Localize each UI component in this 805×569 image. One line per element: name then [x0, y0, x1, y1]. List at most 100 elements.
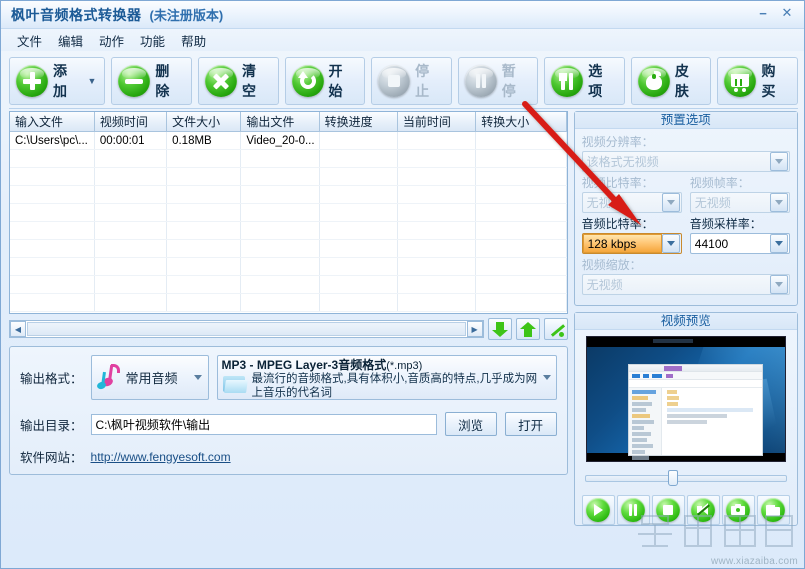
delete-button-label: 删除	[155, 62, 170, 99]
preview-explorer-filepane	[662, 388, 762, 455]
video-scale-label: 视频缩放：	[581, 258, 642, 272]
file-list[interactable]: 输入文件 视频时间 文件大小 输出文件 转换进度 当前时间 转换大小 C:\Us…	[9, 111, 568, 314]
cell-empty	[319, 203, 398, 222]
audio-samplerate-dropdown[interactable]: 44100	[689, 233, 791, 254]
menu-item-action[interactable]: 动作	[91, 29, 132, 52]
table-row-empty[interactable]	[10, 149, 567, 168]
menu-item-function[interactable]: 功能	[132, 29, 173, 52]
cell-empty	[240, 167, 320, 186]
table-row[interactable]: C:\Users\pc\... 00:00:01 0.18MB Video_20…	[10, 131, 567, 150]
output-format-label: 输出格式：	[20, 372, 83, 386]
video-preview-panel: 视频预览	[573, 312, 798, 526]
add-button[interactable]: 添加 ▼	[9, 56, 106, 105]
preview-play-button[interactable]	[581, 495, 615, 525]
cell-empty	[319, 293, 398, 312]
table-row-empty[interactable]	[10, 167, 567, 186]
preview-explorer-sidebar	[628, 388, 662, 460]
preview-snapshot-button[interactable]	[721, 495, 755, 525]
chevron-down-icon[interactable]	[770, 234, 789, 253]
format-category-dropdown[interactable]: 常用音频	[90, 355, 209, 400]
cell-empty	[240, 203, 320, 222]
preview-seek-track[interactable]	[584, 475, 787, 482]
preview-open-folder-button[interactable]	[756, 495, 790, 525]
table-row-empty[interactable]	[10, 293, 567, 312]
website-row: 软件网站： http://www.fengyesoft.com	[20, 447, 557, 466]
preview-stop-button[interactable]	[651, 495, 685, 525]
chevron-down-icon[interactable]: ▼	[87, 76, 96, 86]
cell-empty	[94, 257, 168, 276]
scroll-left-button[interactable]: ◀	[10, 321, 26, 337]
video-resolution-field: 视频分辨率： 该格式无视频	[581, 134, 790, 172]
column-header-converted-size[interactable]: 转换大小	[475, 112, 567, 132]
cell-empty	[240, 257, 320, 276]
buy-button[interactable]: 购买	[717, 56, 799, 105]
scrollbar-track[interactable]	[27, 322, 466, 336]
scroll-right-button[interactable]: ▶	[466, 321, 483, 337]
preview-seek-thumb[interactable]	[667, 470, 678, 486]
column-header-video-time[interactable]: 视频时间	[94, 112, 168, 132]
start-button[interactable]: 开始	[284, 56, 366, 105]
cell-file-size: 0.18MB	[166, 131, 242, 150]
minimize-button[interactable]: −	[752, 4, 774, 22]
chevron-down-icon	[661, 193, 680, 212]
toolbar: 添加 ▼ 删除 清空 开始 停止 暂停 选项 皮肤 购买	[9, 53, 799, 109]
output-dir-input[interactable]	[90, 413, 437, 435]
audio-bitrate-dropdown[interactable]: 128 kbps	[581, 233, 682, 254]
table-row-empty[interactable]	[10, 275, 567, 294]
column-header-current-time[interactable]: 当前时间	[397, 112, 477, 132]
cell-empty	[10, 221, 95, 240]
preview-seek-slider[interactable]	[584, 470, 787, 486]
audio-bitrate-samplerate-row: 音频比特率： 128 kbps 音频采样率： 44100	[581, 216, 791, 254]
audio-samplerate-label: 音频采样率：	[689, 217, 762, 231]
move-down-button[interactable]	[487, 318, 512, 340]
column-header-output-file[interactable]: 输出文件	[240, 112, 320, 132]
website-link[interactable]: http://www.fengyesoft.com	[91, 450, 231, 464]
cell-empty	[475, 185, 567, 204]
cell-empty	[10, 167, 95, 186]
cell-empty	[397, 239, 477, 258]
add-button-label: 添加	[53, 62, 67, 99]
close-button[interactable]: ✕	[776, 4, 798, 22]
video-scale-field: 视频缩放： 无视频	[581, 257, 790, 295]
cell-empty	[166, 167, 242, 186]
cell-empty	[10, 203, 95, 222]
output-dir-row: 输出目录： 浏览 打开	[20, 412, 557, 436]
cell-empty	[319, 257, 398, 276]
format-dropdown[interactable]: MP3 - MPEG Layer-3音频格式(*.mp3) 最流行的音频格式,具…	[216, 355, 557, 400]
menu-item-edit[interactable]: 编辑	[50, 29, 91, 52]
cell-empty	[240, 275, 320, 294]
table-row-empty[interactable]	[10, 239, 567, 258]
move-up-button[interactable]	[515, 318, 540, 340]
column-header-input-file[interactable]: 输入文件	[10, 112, 95, 132]
clear-button[interactable]: 清空	[197, 56, 279, 105]
preset-options-title: 预置选项	[574, 112, 797, 129]
menu-item-file[interactable]: 文件	[9, 29, 50, 52]
cell-empty	[475, 239, 567, 258]
table-row-empty[interactable]	[10, 185, 567, 204]
menu-item-help[interactable]: 帮助	[173, 29, 214, 52]
video-resolution-dropdown: 该格式无视频	[581, 151, 790, 172]
title-bar: 枫叶音频格式转换器 (未注册版本) − ✕	[1, 1, 804, 29]
stop-button-label: 停止	[415, 62, 430, 99]
chevron-down-icon[interactable]	[661, 234, 680, 253]
cell-empty	[10, 185, 95, 204]
table-row-empty[interactable]	[10, 257, 567, 276]
cell-empty	[240, 221, 320, 240]
cell-empty	[166, 221, 242, 240]
delete-button[interactable]: 删除	[111, 56, 192, 105]
table-row-empty[interactable]	[10, 221, 567, 240]
preview-pause-button[interactable]	[616, 495, 650, 525]
video-scale-dropdown: 无视频	[581, 274, 790, 295]
column-header-progress[interactable]: 转换进度	[319, 112, 398, 132]
options-button[interactable]: 选项	[544, 56, 625, 105]
stop-icon	[656, 498, 681, 522]
browse-button[interactable]: 浏览	[444, 412, 497, 436]
skin-button[interactable]: 皮肤	[630, 56, 712, 105]
open-button[interactable]: 打开	[504, 412, 557, 436]
horizontal-scrollbar[interactable]: ◀ ▶	[9, 320, 484, 338]
edit-button[interactable]	[543, 318, 568, 340]
column-header-file-size[interactable]: 文件大小	[166, 112, 242, 132]
table-row-empty[interactable]	[10, 203, 567, 222]
preview-screen[interactable]	[585, 336, 786, 462]
preview-mute-button[interactable]	[686, 495, 720, 525]
